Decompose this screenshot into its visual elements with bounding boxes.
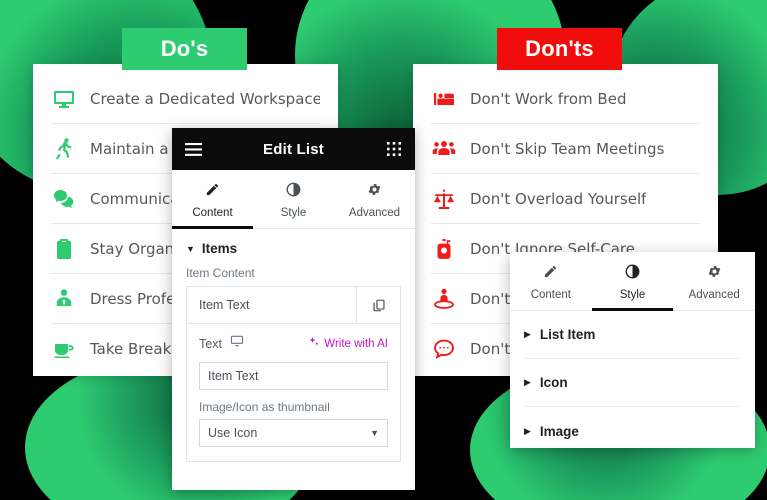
scales-icon: [431, 186, 457, 212]
tab-style-label: Style: [280, 207, 307, 219]
list-item[interactable]: Don't Overload Yourself: [431, 174, 700, 224]
comment-dots-icon: [431, 336, 457, 362]
dos-badge: Do's: [122, 28, 247, 70]
running-icon: [51, 136, 77, 162]
text-field-label: Text: [199, 336, 222, 351]
bed-icon: [431, 86, 457, 112]
tab-advanced[interactable]: Advanced: [334, 170, 415, 228]
gear-icon: [334, 179, 415, 199]
thumbnail-select[interactable]: Use Icon ▼: [199, 419, 388, 447]
list-item[interactable]: Create a Dedicated Workspace: [51, 74, 320, 124]
chevron-right-icon: ▶: [524, 425, 531, 436]
tab-advanced-label: Advanced: [688, 289, 740, 301]
chevron-down-icon: ▼: [186, 243, 195, 254]
tab-content[interactable]: Content: [172, 170, 253, 229]
tab-advanced-label: Advanced: [348, 207, 401, 219]
user-tie-icon: [51, 286, 77, 312]
screenshot-stage: Create a Dedicated Workspace Maintain a …: [0, 0, 767, 500]
list-item-label: Create a Dedicated Workspace: [90, 89, 320, 108]
list-item-label: Don't Work from Bed: [470, 89, 627, 108]
text-input[interactable]: Item Text: [199, 362, 388, 390]
thumbnail-select-value: Use Icon: [208, 426, 258, 440]
tab-style-label: Style: [619, 289, 646, 301]
duplicate-icon[interactable]: [356, 287, 400, 323]
pencil-icon: [172, 179, 253, 199]
repeater-item-row[interactable]: Item Text: [187, 287, 400, 324]
list-item-label: Don't Overload Yourself: [470, 189, 647, 208]
style-section-list-item[interactable]: ▶ List Item: [524, 311, 741, 359]
items-section-header[interactable]: ▼ Items: [186, 241, 401, 256]
tab-style[interactable]: Style: [591, 252, 674, 311]
chat-icon: [51, 186, 77, 212]
repeater-item-label: Item Text: [199, 298, 250, 312]
style-panel: Content Style Advanced ▶ List Item ▶ Ico…: [510, 252, 755, 448]
style-section-image[interactable]: ▶ Image: [524, 407, 741, 455]
chevron-right-icon: ▶: [524, 377, 531, 387]
gear-icon: [673, 261, 755, 281]
grid-apps-icon[interactable]: [385, 140, 403, 158]
tab-content-label: Content: [530, 289, 571, 301]
contrast-icon: [253, 179, 334, 199]
write-with-ai-label: Write with AI: [324, 337, 388, 350]
list-item-label: Don't Skip Team Meetings: [470, 139, 665, 158]
list-item[interactable]: Don't Work from Bed: [431, 74, 700, 124]
style-section-label: List Item: [539, 327, 596, 342]
edit-panel-tabs: Content Style Advanced: [172, 170, 415, 229]
monitor-icon: [51, 86, 77, 112]
contrast-icon: [592, 261, 674, 281]
tab-content-label: Content: [192, 207, 233, 219]
thumbnail-label: Image/Icon as thumbnail: [199, 400, 330, 414]
panel-title: Edit List: [263, 140, 324, 158]
style-section-label: Icon: [539, 375, 568, 390]
style-section-icon[interactable]: ▶ Icon: [524, 359, 741, 407]
hamburger-icon[interactable]: [184, 140, 202, 158]
clipboard-icon: [51, 236, 77, 262]
pencil-icon: [510, 261, 592, 281]
items-repeater: Item Text Text Write with AI Item Text I…: [186, 286, 401, 462]
pump-soap-icon: [431, 236, 457, 262]
text-field-header: Text Write with AI: [199, 334, 388, 353]
coffee-icon: [51, 336, 77, 362]
chevron-right-icon: ▶: [524, 329, 531, 339]
items-section-label: Items: [201, 241, 238, 256]
style-panel-tabs: Content Style Advanced: [510, 252, 755, 311]
sparkle-icon: [308, 336, 320, 351]
tab-advanced[interactable]: Advanced: [673, 252, 755, 310]
desktop-icon[interactable]: [230, 334, 244, 353]
chevron-down-icon: ▼: [370, 428, 379, 438]
list-item-label: Take Breaks: [90, 340, 180, 358]
tab-content[interactable]: Content: [510, 252, 592, 310]
tab-style[interactable]: Style: [253, 170, 334, 228]
donts-badge: Don'ts: [497, 28, 622, 70]
style-section-label: Image: [539, 423, 579, 439]
item-content-label: Item Content: [186, 266, 255, 280]
edit-panel-body: ▼ Items Item Content Item Text Text Writ…: [172, 229, 415, 462]
users-icon: [431, 136, 457, 162]
repeater-item-panel: Text Write with AI Item Text Image/Icon: [187, 324, 400, 461]
edit-list-panel-header: Edit List: [172, 128, 415, 170]
list-item[interactable]: Don't Skip Team Meetings: [431, 124, 700, 174]
person-pin-icon: [431, 286, 457, 312]
edit-list-panel: Edit List Content Style Advanced ▼ Items…: [172, 128, 415, 490]
write-with-ai-link[interactable]: Write with AI: [308, 336, 388, 351]
